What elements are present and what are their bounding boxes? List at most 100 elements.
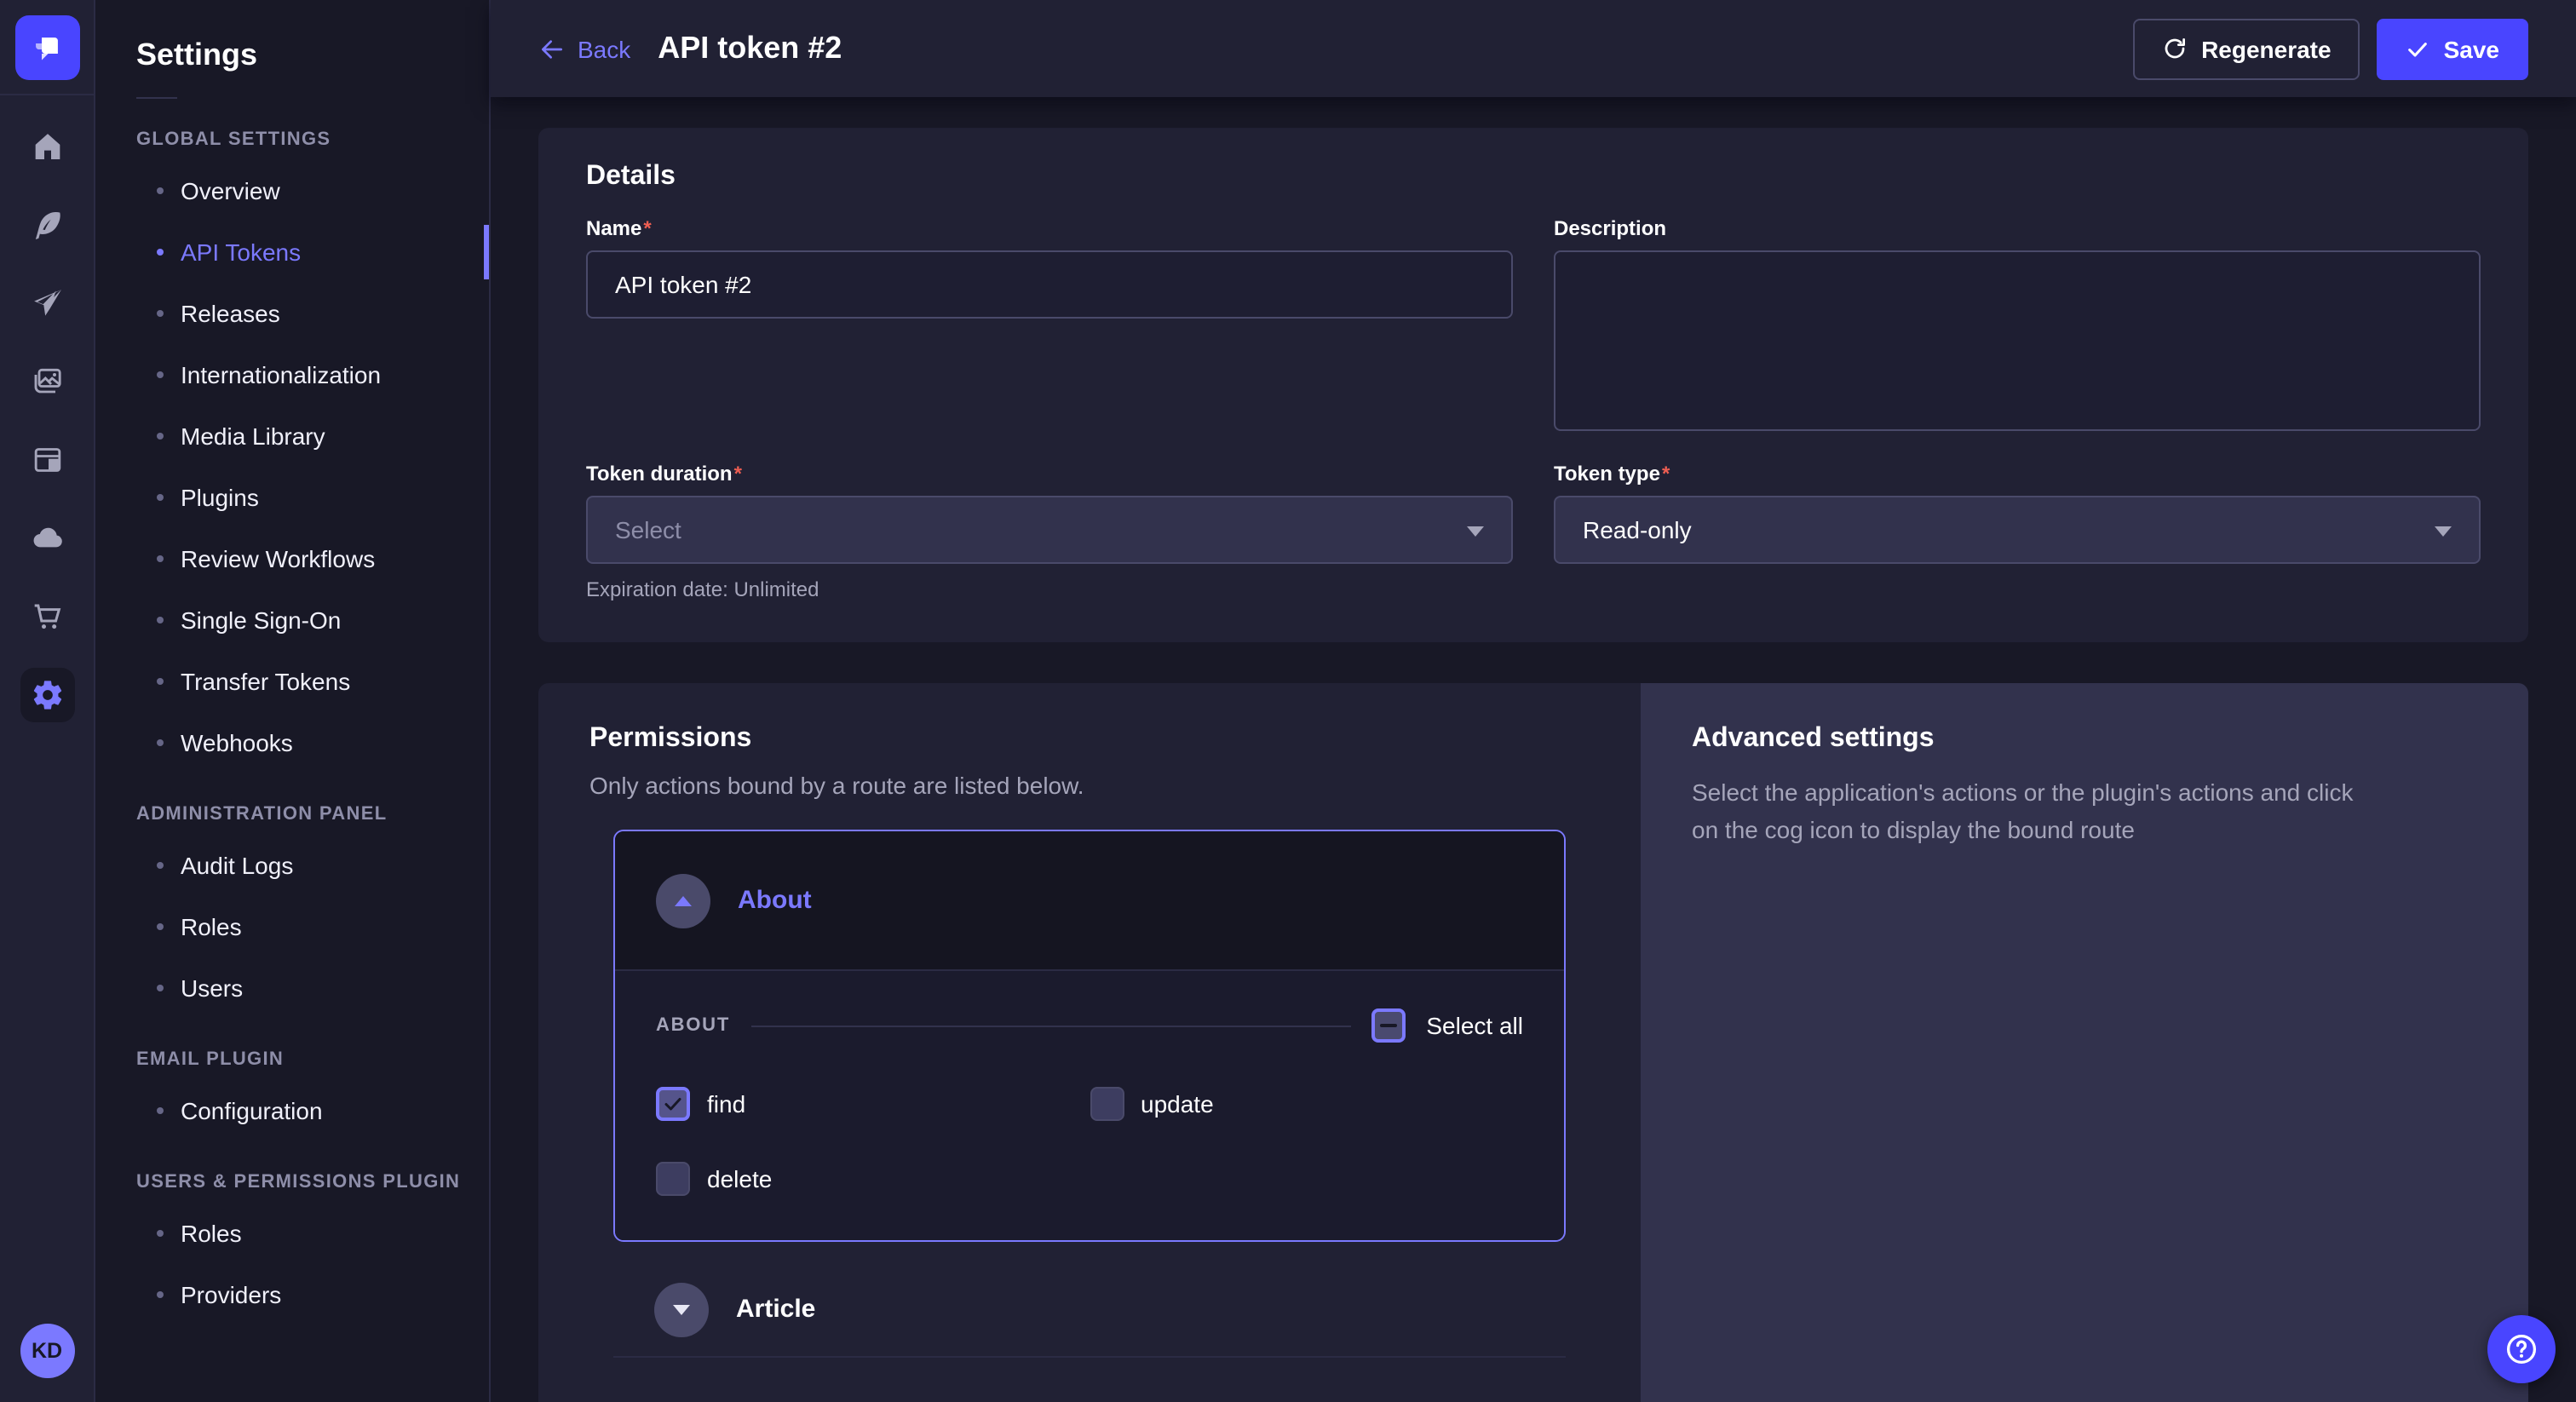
sidebar-item-media-library[interactable]: Media Library [95, 405, 489, 467]
description-textarea[interactable] [1554, 250, 2481, 431]
required-asterisk: * [734, 462, 742, 486]
deploy-nav-button[interactable] [20, 276, 74, 330]
permission-action-find: find [656, 1087, 1090, 1121]
strapi-logo-icon [28, 28, 66, 66]
section-administration-panel: ADMINISTRATION PANEL [136, 804, 489, 825]
update-checkbox[interactable] [1090, 1087, 1124, 1121]
sidebar-item-audit-logs[interactable]: Audit Logs [95, 835, 489, 896]
chevron-down-icon [673, 1304, 690, 1314]
sidebar-item-up-roles[interactable]: Roles [95, 1203, 489, 1264]
sidebar-item-internationalization[interactable]: Internationalization [95, 344, 489, 405]
feather-icon [30, 208, 64, 242]
sidebar-item-webhooks[interactable]: Webhooks [95, 712, 489, 773]
paper-plane-icon [30, 286, 64, 320]
bullet-icon [157, 310, 164, 317]
find-checkbox[interactable] [656, 1087, 690, 1121]
chevron-up-icon [675, 895, 692, 905]
bullet-icon [157, 187, 164, 194]
main-nav-rail: KD [0, 0, 95, 1402]
sidebar-divider [136, 97, 177, 99]
settings-sidebar: Settings GLOBAL SETTINGS Overview API To… [95, 0, 491, 1402]
strapi-logo[interactable] [14, 14, 79, 79]
bullet-icon [157, 249, 164, 256]
bullet-icon [157, 678, 164, 685]
sidebar-item-single-sign-on[interactable]: Single Sign-On [95, 589, 489, 651]
marketplace-nav-button[interactable] [20, 589, 74, 644]
details-title: Details [586, 162, 2481, 192]
settings-nav-button[interactable] [20, 668, 74, 722]
chevron-down-icon [2435, 526, 2452, 537]
page-header: Back API token #2 Regenerate Save [491, 0, 2576, 97]
sidebar-item-admin-roles[interactable]: Roles [95, 896, 489, 957]
refresh-icon [2162, 36, 2188, 61]
token-type-label: Token type* [1554, 462, 2481, 486]
bullet-icon [157, 923, 164, 930]
bullet-icon [157, 985, 164, 991]
images-icon [30, 365, 64, 399]
bullet-icon [157, 371, 164, 378]
bullet-icon [157, 433, 164, 440]
cloud-nav-button[interactable] [20, 511, 74, 566]
name-input[interactable] [586, 250, 1513, 319]
regenerate-button[interactable]: Regenerate [2133, 18, 2360, 79]
token-duration-field-group: Token duration* Select Expiration date: … [586, 462, 1513, 601]
article-accordion-title: Article [736, 1295, 815, 1324]
token-type-field-group: Token type* Read-only [1554, 462, 2481, 601]
bullet-icon [157, 1291, 164, 1298]
token-duration-select[interactable]: Select [586, 496, 1513, 564]
collapse-toggle-button[interactable] [656, 873, 710, 928]
strapi-admin-app: KD Settings GLOBAL SETTINGS Overview API… [0, 0, 2576, 1402]
back-link[interactable]: Back [538, 35, 630, 62]
check-icon [663, 1094, 683, 1114]
expand-toggle-button[interactable] [654, 1282, 709, 1336]
select-all-label: Select all [1426, 1012, 1523, 1039]
bullet-icon [157, 1107, 164, 1114]
user-avatar[interactable]: KD [20, 1324, 74, 1378]
help-button[interactable] [2487, 1315, 2556, 1383]
media-library-nav-button[interactable] [20, 354, 74, 409]
question-mark-icon [2503, 1330, 2540, 1368]
sidebar-item-admin-users[interactable]: Users [95, 957, 489, 1019]
required-asterisk: * [643, 216, 651, 240]
article-accordion-header[interactable]: Article [613, 1262, 1566, 1358]
section-global-settings: GLOBAL SETTINGS [136, 129, 489, 150]
sidebar-title: Settings [136, 37, 489, 73]
sidebar-item-releases[interactable]: Releases [95, 283, 489, 344]
bullet-icon [157, 555, 164, 562]
home-nav-button[interactable] [20, 119, 74, 174]
name-field-group: Name* [586, 216, 1513, 431]
main-area: Back API token #2 Regenerate Save [491, 0, 2576, 1402]
gear-icon [30, 678, 64, 712]
token-duration-hint: Expiration date: Unlimited [586, 577, 1513, 601]
about-group-label: ABOUT [656, 1015, 730, 1036]
about-accordion-header[interactable]: About [615, 831, 1564, 971]
bullet-icon [157, 617, 164, 623]
required-asterisk: * [1662, 462, 1670, 486]
description-label: Description [1554, 216, 2481, 240]
sidebar-item-review-workflows[interactable]: Review Workflows [95, 528, 489, 589]
content-manager-nav-button[interactable] [20, 198, 74, 252]
bullet-icon [157, 494, 164, 501]
about-accordion-title: About [738, 886, 812, 915]
sidebar-item-email-configuration[interactable]: Configuration [95, 1080, 489, 1141]
sidebar-item-plugins[interactable]: Plugins [95, 467, 489, 528]
group-divider [750, 1025, 1351, 1026]
layout-icon [30, 443, 64, 477]
permissions-title: Permissions [589, 724, 1590, 755]
sidebar-item-transfer-tokens[interactable]: Transfer Tokens [95, 651, 489, 712]
token-type-select[interactable]: Read-only [1554, 496, 2481, 564]
permission-action-delete: delete [656, 1162, 1090, 1196]
home-icon [30, 129, 64, 164]
chevron-down-icon [1467, 526, 1484, 537]
sidebar-item-api-tokens[interactable]: API Tokens [95, 221, 489, 283]
section-email-plugin: EMAIL PLUGIN [136, 1049, 489, 1070]
select-all-checkbox[interactable] [1371, 1008, 1406, 1043]
advanced-settings-description: Select the application's actions or the … [1692, 775, 2373, 849]
delete-checkbox[interactable] [656, 1162, 690, 1196]
save-button[interactable]: Save [2378, 18, 2528, 79]
sidebar-item-overview[interactable]: Overview [95, 160, 489, 221]
indeterminate-dash-icon [1380, 1024, 1397, 1027]
content-type-builder-nav-button[interactable] [20, 433, 74, 487]
about-accordion-body: ABOUT Select all find [615, 971, 1564, 1240]
sidebar-item-up-providers[interactable]: Providers [95, 1264, 489, 1325]
